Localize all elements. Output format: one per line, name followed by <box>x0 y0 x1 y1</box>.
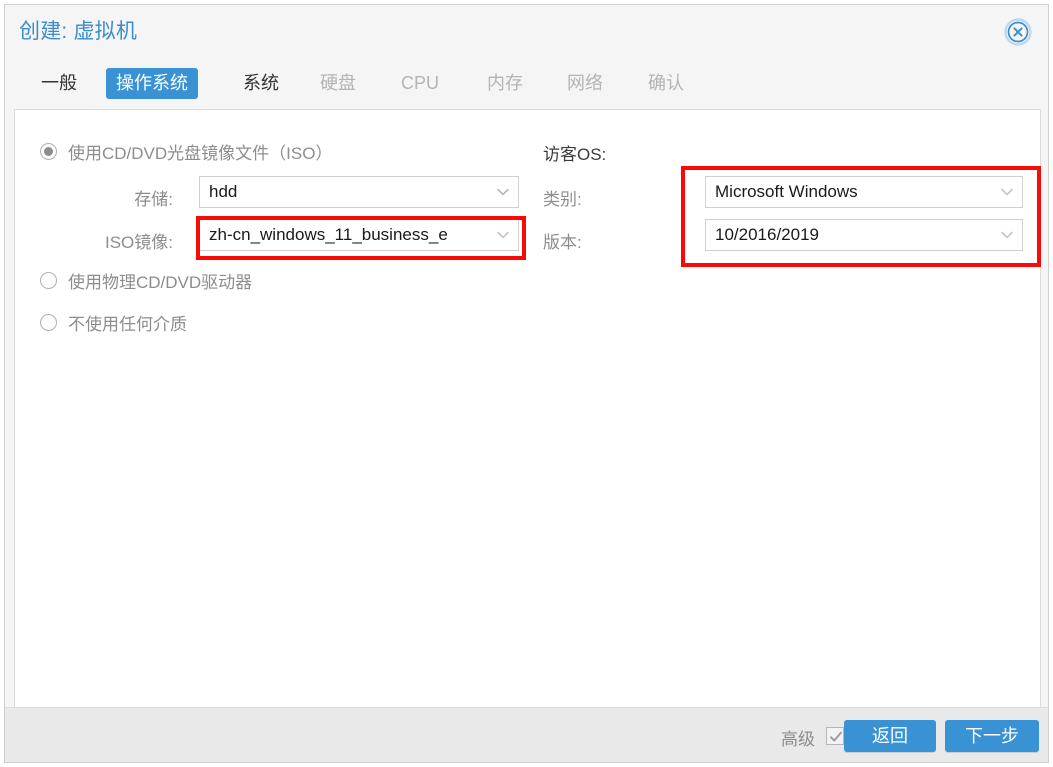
tab-disks: 硬盘 <box>320 73 356 93</box>
os-type-select[interactable]: Microsoft Windows <box>705 176 1023 208</box>
advanced-label: 高级 <box>781 730 815 749</box>
chevron-down-icon <box>497 231 509 239</box>
tab-memory: 内存 <box>487 73 523 93</box>
dialog-titlebar: 创建: 虚拟机 <box>5 5 1048 57</box>
os-version-value: 10/2016/2019 <box>715 225 819 244</box>
os-version-select[interactable]: 10/2016/2019 <box>705 219 1023 251</box>
chevron-down-icon <box>1001 188 1013 196</box>
dialog-title: 创建: 虚拟机 <box>19 20 138 43</box>
create-vm-dialog: 创建: 虚拟机 一般 操作系统 系统 硬盘 CPU 内存 网络 确认 使用CD/… <box>4 4 1049 763</box>
wizard-tabbar: 一般 操作系统 系统 硬盘 CPU 内存 网络 确认 <box>5 57 1048 109</box>
advanced-checkbox[interactable] <box>826 727 844 745</box>
storage-value: hdd <box>209 182 238 201</box>
os-type-label: 类别: <box>543 190 582 209</box>
media-option-none[interactable]: 不使用任何介质 <box>40 310 187 335</box>
tab-general[interactable]: 一般 <box>31 68 87 99</box>
close-circle-glyph <box>1004 18 1032 46</box>
radio-physical-drive[interactable] <box>40 272 57 289</box>
tab-system[interactable]: 系统 <box>233 68 289 99</box>
os-type-value: Microsoft Windows <box>715 182 858 201</box>
media-option-physical[interactable]: 使用物理CD/DVD驱动器 <box>40 268 252 293</box>
back-button[interactable]: 返回 <box>844 720 936 752</box>
next-button[interactable]: 下一步 <box>945 720 1039 752</box>
radio-iso-file[interactable] <box>40 143 57 160</box>
os-tab-panel: 使用CD/DVD光盘镜像文件（ISO） 存储: hdd ISO镜像: zh-cn… <box>14 109 1041 708</box>
media-option-physical-label: 使用物理CD/DVD驱动器 <box>68 273 253 292</box>
iso-image-select[interactable]: zh-cn_windows_11_business_e <box>199 219 519 251</box>
os-version-label: 版本: <box>543 233 582 252</box>
storage-select[interactable]: hdd <box>199 176 519 208</box>
chevron-down-icon <box>1001 231 1013 239</box>
media-option-none-label: 不使用任何介质 <box>68 315 187 334</box>
media-option-iso[interactable]: 使用CD/DVD光盘镜像文件（ISO） <box>40 139 332 164</box>
chevron-down-icon <box>497 188 509 196</box>
close-circle-icon[interactable] <box>1004 18 1032 46</box>
storage-label: 存储: <box>134 190 173 209</box>
tab-network: 网络 <box>567 73 603 93</box>
guest-os-heading: 访客OS: <box>543 145 607 164</box>
dialog-footer: 高级 返回 下一步 <box>5 707 1048 762</box>
radio-no-media[interactable] <box>40 314 57 331</box>
media-option-iso-label: 使用CD/DVD光盘镜像文件（ISO） <box>68 144 333 163</box>
tab-cpu: CPU <box>401 73 440 93</box>
tab-confirm: 确认 <box>648 73 684 93</box>
checkmark-icon <box>830 731 842 742</box>
tab-os[interactable]: 操作系统 <box>106 68 198 99</box>
iso-image-value: zh-cn_windows_11_business_e <box>209 225 448 244</box>
iso-image-label: ISO镜像: <box>104 233 173 252</box>
